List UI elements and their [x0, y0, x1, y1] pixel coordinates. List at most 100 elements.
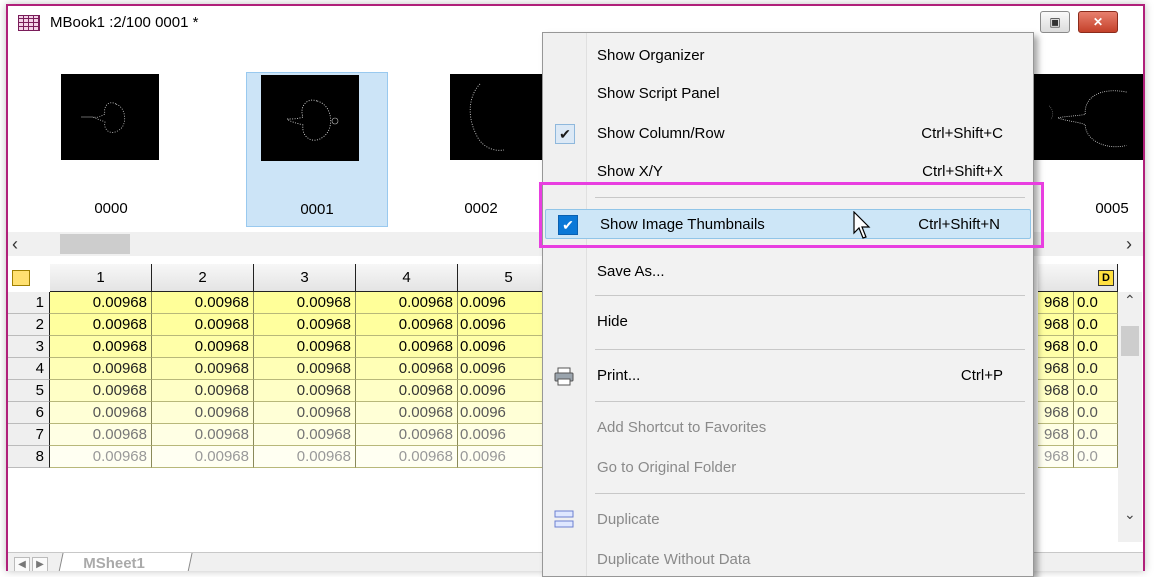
thumbnail-0001[interactable]: 0001 [246, 72, 388, 227]
table-cell[interactable]: 0.0 [1074, 292, 1118, 314]
row-header[interactable]: 1 [8, 292, 50, 314]
scrollbar-thumb[interactable] [60, 234, 130, 254]
table-cell[interactable]: 0.00968 [356, 358, 458, 380]
sheet-prev-icon[interactable]: ◀ [14, 557, 30, 571]
table-cell[interactable]: 0.00968 [254, 424, 356, 446]
table-cell[interactable]: 0.00968 [356, 380, 458, 402]
table-cell[interactable]: 0.00968 [254, 314, 356, 336]
table-cell[interactable]: 0.00968 [254, 402, 356, 424]
table-cell[interactable]: 0.0096 [458, 292, 550, 314]
table-cell[interactable]: 968 [1038, 314, 1074, 336]
menu-item-show-column-row[interactable]: ✔ Show Column/Row Ctrl+Shift+C [543, 119, 1033, 149]
row-header[interactable]: 2 [8, 314, 50, 336]
table-cell[interactable]: 0.00968 [152, 380, 254, 402]
scroll-up-icon[interactable]: ⌃ [1124, 292, 1136, 309]
menu-item-save-as[interactable]: Save As... [543, 257, 1033, 287]
table-cell[interactable]: 0.00968 [254, 380, 356, 402]
table-cell[interactable]: 0.00968 [50, 446, 152, 468]
table-cell[interactable]: 968 [1038, 446, 1074, 468]
table-cell[interactable]: 0.0096 [458, 424, 550, 446]
thumbnail-label: 0000 [94, 200, 128, 217]
table-cell[interactable]: 0.0 [1074, 380, 1118, 402]
table-cell[interactable]: 0.00968 [50, 402, 152, 424]
table-cell[interactable]: 0.00968 [50, 292, 152, 314]
scroll-down-icon[interactable]: ⌄ [1124, 506, 1136, 523]
table-cell[interactable]: 0.00968 [356, 292, 458, 314]
table-cell[interactable]: 0.00968 [50, 424, 152, 446]
close-button[interactable]: ✕ [1078, 11, 1118, 33]
thumbnail-label: 0005 [1095, 200, 1129, 217]
menu-item-add-shortcut-to-favorites[interactable]: Add Shortcut to Favorites [543, 413, 1033, 443]
table-cell[interactable]: 0.00968 [254, 446, 356, 468]
table-cell[interactable]: 968 [1038, 424, 1074, 446]
table-cell[interactable]: 0.0 [1074, 424, 1118, 446]
table-cell[interactable]: 0.00968 [356, 336, 458, 358]
table-cell[interactable]: 0.0 [1074, 358, 1118, 380]
table-cell[interactable]: 0.00968 [152, 358, 254, 380]
row-header[interactable]: 4 [8, 358, 50, 380]
scroll-right-icon[interactable]: › [1126, 234, 1132, 255]
table-cell[interactable]: 968 [1038, 402, 1074, 424]
menu-item-print[interactable]: Print... Ctrl+P [543, 361, 1033, 391]
menu-item-go-to-original-folder[interactable]: Go to Original Folder [543, 453, 1033, 483]
table-cell[interactable]: 0.0096 [458, 314, 550, 336]
table-cell[interactable]: 0.0096 [458, 402, 550, 424]
thumbnail-label: 0002 [464, 200, 498, 217]
table-cell[interactable]: 968 [1038, 292, 1074, 314]
row-header[interactable]: 5 [8, 380, 50, 402]
table-cell[interactable]: 0.00968 [356, 402, 458, 424]
table-cell[interactable]: 0.00968 [50, 380, 152, 402]
table-cell[interactable]: 0.0 [1074, 314, 1118, 336]
table-cell[interactable]: 968 [1038, 380, 1074, 402]
menu-item-show-script-panel[interactable]: Show Script Panel [543, 79, 1033, 109]
menu-item-duplicate[interactable]: Duplicate [543, 505, 1033, 535]
sheet-corner-icon[interactable] [12, 270, 30, 286]
sheet-tab-msheet1[interactable]: MSheet1 [57, 553, 193, 571]
menu-item-label: Add Shortcut to Favorites [597, 419, 767, 436]
table-cell[interactable]: 0.00968 [254, 358, 356, 380]
menu-item-label: Show Organizer [597, 47, 705, 64]
table-cell[interactable]: 0.00968 [254, 336, 356, 358]
table-cell[interactable]: 968 [1038, 336, 1074, 358]
scroll-left-icon[interactable]: ‹ [12, 234, 18, 255]
table-cell[interactable]: 0.0 [1074, 446, 1118, 468]
table-cell[interactable]: 0.0096 [458, 336, 550, 358]
sheet-next-icon[interactable]: ▶ [32, 557, 48, 571]
row-header[interactable]: 7 [8, 424, 50, 446]
table-cell[interactable]: 0.00968 [356, 446, 458, 468]
restore-button[interactable]: ▣ [1040, 11, 1070, 33]
column-header-1[interactable]: 1 [50, 264, 152, 292]
column-header-2[interactable]: 2 [152, 264, 254, 292]
table-cell[interactable]: 0.00968 [152, 402, 254, 424]
table-cell[interactable]: 0.00968 [356, 314, 458, 336]
vertical-scrollbar[interactable]: ⌃ ⌄ [1118, 292, 1142, 542]
table-cell[interactable]: 0.00968 [152, 424, 254, 446]
table-cell[interactable]: 0.00968 [152, 336, 254, 358]
table-cell[interactable]: 0.00968 [50, 314, 152, 336]
table-cell[interactable]: 0.00968 [152, 292, 254, 314]
table-cell[interactable]: 0.00968 [152, 446, 254, 468]
menu-item-show-organizer[interactable]: Show Organizer [543, 41, 1033, 71]
table-cell[interactable]: 0.00968 [254, 292, 356, 314]
table-cell[interactable]: 0.0096 [458, 380, 550, 402]
column-header-3[interactable]: 3 [254, 264, 356, 292]
thumbnail-0000[interactable]: 0000 [40, 72, 182, 227]
table-cell[interactable]: 968 [1038, 358, 1074, 380]
table-cell[interactable]: 0.0 [1074, 336, 1118, 358]
designation-badge[interactable]: D [1098, 270, 1114, 286]
table-cell[interactable]: 0.00968 [152, 314, 254, 336]
table-cell[interactable]: 0.00968 [50, 358, 152, 380]
menu-item-shortcut: Ctrl+Shift+C [921, 125, 1003, 142]
mouse-cursor-icon [852, 210, 874, 246]
row-header[interactable]: 3 [8, 336, 50, 358]
table-cell[interactable]: 0.0096 [458, 358, 550, 380]
row-header[interactable]: 6 [8, 402, 50, 424]
table-cell[interactable]: 0.0 [1074, 402, 1118, 424]
table-cell[interactable]: 0.0096 [458, 446, 550, 468]
table-cell[interactable]: 0.00968 [356, 424, 458, 446]
menu-item-hide[interactable]: Hide [543, 307, 1033, 337]
row-header[interactable]: 8 [8, 446, 50, 468]
column-header-4[interactable]: 4 [356, 264, 458, 292]
scrollbar-thumb[interactable] [1121, 326, 1139, 356]
table-cell[interactable]: 0.00968 [50, 336, 152, 358]
